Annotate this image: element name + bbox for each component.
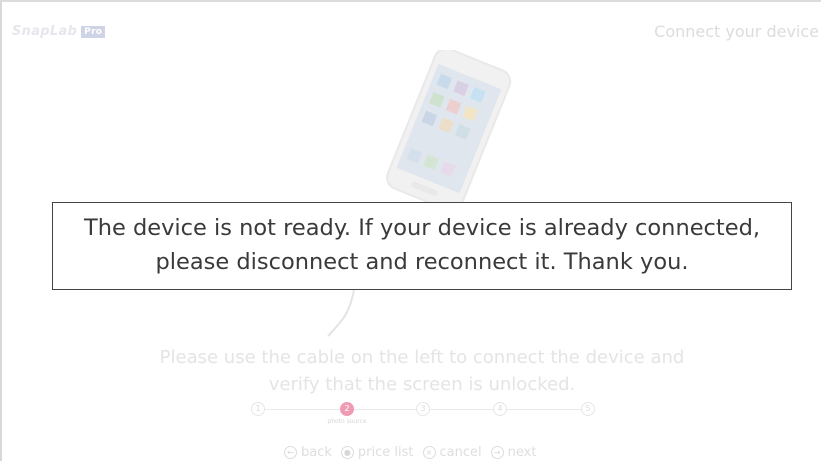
back-label: back: [301, 444, 332, 460]
device-not-ready-message: The device is not ready. If your device …: [52, 202, 792, 290]
instructions-line-1: Please use the cable on the left to conn…: [159, 347, 685, 368]
navigation-bar: ← back ● price list × cancel → next: [284, 443, 545, 461]
progress-stepper: 1 2 3 4 5 photo source: [251, 402, 595, 426]
step-3: 3: [416, 402, 430, 416]
step-2-caption: photo source: [327, 418, 367, 425]
step-4: 4: [493, 402, 507, 416]
instructions-line-2: verify that the screen is unlocked.: [268, 374, 576, 395]
step-2-current: 2: [340, 402, 354, 416]
step-5: 5: [581, 402, 595, 416]
connection-instructions: Please use the cable on the left to conn…: [122, 344, 722, 398]
message-line-1: The device is not ready. If your device …: [83, 215, 761, 241]
step-connector: [354, 409, 416, 410]
page-title: Connect your device: [654, 22, 819, 41]
close-icon: ×: [422, 445, 436, 459]
back-button[interactable]: ← back: [284, 445, 332, 460]
phone-illustration: [386, 50, 512, 212]
step-connector: [507, 409, 581, 410]
next-label: next: [507, 444, 537, 460]
message-line-2: please disconnect and reconnect it. Than…: [155, 249, 689, 275]
dot-icon: ●: [340, 445, 354, 459]
cancel-button[interactable]: × cancel: [422, 444, 482, 460]
logo-badge: Pro: [81, 26, 106, 38]
step-connector: [265, 409, 340, 410]
price-list-label: price list: [357, 444, 414, 460]
snaplab-logo: SnapLab Pro: [12, 24, 106, 39]
step-1: 1: [251, 402, 265, 416]
arrow-left-icon: ←: [284, 445, 297, 459]
price-list-button[interactable]: ● price list: [340, 444, 414, 460]
logo-text: SnapLab: [12, 24, 78, 39]
arrow-right-icon: →: [490, 445, 504, 459]
connect-device-screen: SnapLab Pro Connect your device The devic…: [0, 0, 821, 461]
next-button[interactable]: → next: [490, 444, 537, 460]
step-connector: [430, 409, 493, 410]
cancel-label: cancel: [439, 444, 482, 460]
cable-illustration: [327, 289, 355, 337]
